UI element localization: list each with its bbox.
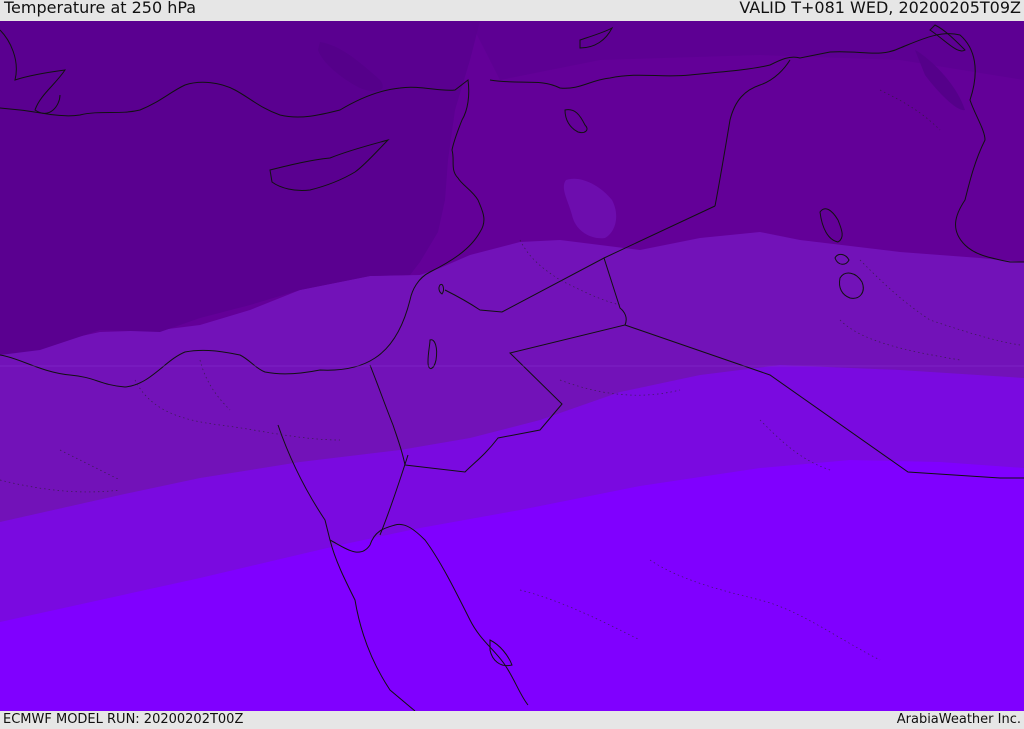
map-title: Temperature at 250 hPa xyxy=(4,0,197,17)
model-run: ECMWF MODEL RUN: 20200202T00Z xyxy=(3,712,244,727)
credit-label: ArabiaWeather Inc. xyxy=(896,712,1021,727)
valid-time: VALID T+081 WED, 20200205T09Z xyxy=(739,0,1021,17)
temperature-map[interactable] xyxy=(0,21,1024,711)
footer-bar: ECMWF MODEL RUN: 20200202T00Z ArabiaWeat… xyxy=(0,711,1024,729)
header-bar: Temperature at 250 hPa VALID T+081 WED, … xyxy=(0,0,1024,21)
